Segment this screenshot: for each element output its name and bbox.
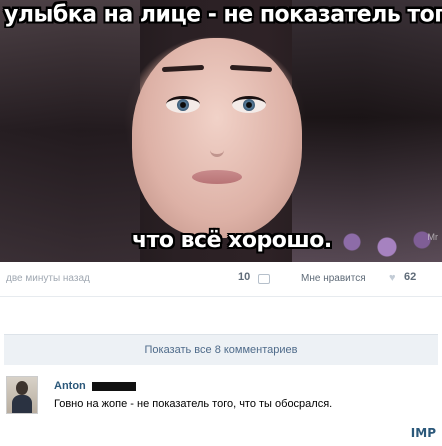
nose: [210, 130, 224, 157]
redaction-bar: [92, 382, 136, 391]
comment-text: Говно на жопе - не показатель того, что …: [54, 398, 333, 410]
likes-count[interactable]: 62: [404, 271, 416, 283]
heart-icon[interactable]: ♥: [389, 272, 396, 284]
right-eyebrow: [229, 64, 273, 73]
comments-count[interactable]: 10: [238, 271, 250, 283]
like-label[interactable]: Мне нравится: [301, 273, 366, 284]
lips: [192, 170, 242, 184]
right-eye: [232, 96, 266, 113]
left-eyebrow: [161, 64, 205, 73]
left-eye: [166, 96, 200, 113]
site-logo: IMP: [410, 426, 436, 440]
post-photo[interactable]: улыбка на лице - не показатель того, что…: [0, 0, 442, 262]
divider: [0, 296, 442, 297]
show-all-comments-button[interactable]: Показать все 8 комментариев: [4, 334, 438, 365]
meme-top-caption: улыбка на лице - не показатель того,: [4, 1, 442, 28]
photo-watermark: Mr: [427, 232, 439, 242]
comment-author[interactable]: Anton: [54, 380, 86, 392]
comment-icon[interactable]: [258, 274, 270, 284]
post-time[interactable]: две минуты назад: [6, 273, 90, 284]
meme-bottom-caption: что всё хорошо.: [132, 228, 332, 253]
post-meta-bar: две минуты назад 10 Мне нравится ♥ 62: [0, 266, 442, 288]
face: [132, 38, 302, 238]
avatar[interactable]: [6, 376, 38, 414]
flowers-decoration: [332, 212, 442, 262]
hair-left: [0, 0, 140, 262]
